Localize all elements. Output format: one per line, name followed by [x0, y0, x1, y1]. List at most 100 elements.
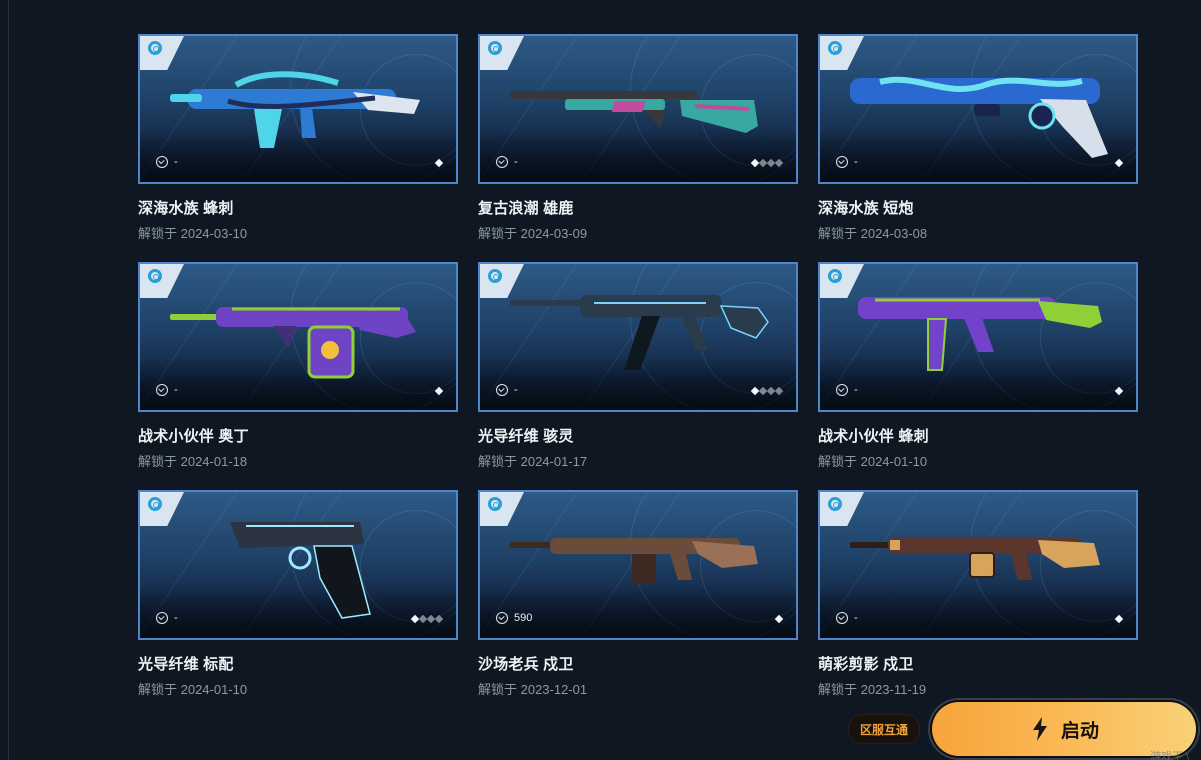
skin-card[interactable]: - 深海水族 蜂刺 解锁于 2024-03-10: [138, 34, 458, 242]
skin-card[interactable]: - 光导纤维 标配 解锁于 2024-01-10: [138, 490, 458, 698]
level-indicator: [434, 158, 444, 168]
level-indicator: [774, 614, 784, 624]
sidebar-divider: [8, 0, 9, 760]
level-diamond-icon: [1114, 614, 1124, 624]
skin-thumbnail[interactable]: -: [818, 34, 1138, 184]
vp-currency-icon: [836, 612, 848, 624]
vp-currency-icon: [496, 612, 508, 624]
level-diamond-icon: [1114, 158, 1124, 168]
skin-card[interactable]: 590 沙场老兵 戍卫 解锁于 2023-12-01: [478, 490, 798, 698]
guardian-rifle-icon: [510, 538, 758, 584]
skin-thumbnail[interactable]: -: [138, 262, 458, 412]
price-value: -: [854, 384, 858, 396]
guardian-rifle-icon: [850, 537, 1100, 580]
stinger-smg-icon: [858, 297, 1102, 371]
price-display: -: [836, 612, 858, 624]
unlock-date: 解锁于 2024-03-09: [478, 226, 588, 241]
unlock-date: 解锁于 2024-01-10: [818, 454, 928, 469]
level-diamond-icon: [1114, 386, 1124, 396]
tier-icon: [148, 269, 162, 283]
skin-card[interactable]: - 战术小伙伴 奥丁 解锁于 2024-01-18: [138, 262, 458, 470]
price-display: -: [836, 156, 858, 168]
skin-thumbnail[interactable]: -: [818, 262, 1138, 412]
lightning-icon: [1032, 717, 1047, 741]
skin-thumbnail[interactable]: -: [138, 490, 458, 640]
unlock-date: 解锁于 2023-12-01: [478, 682, 588, 697]
level-diamond-icon: [434, 614, 444, 624]
level-indicator: [1114, 158, 1124, 168]
skin-thumbnail[interactable]: -: [138, 34, 458, 184]
vp-currency-icon: [836, 384, 848, 396]
level-diamond-icon: [774, 158, 784, 168]
price-value: -: [854, 156, 858, 168]
price-value: -: [854, 612, 858, 624]
tier-icon: [488, 497, 502, 511]
tier-icon: [148, 497, 162, 511]
bucky-shotgun-icon: [510, 91, 758, 133]
price-display: -: [156, 612, 178, 624]
skin-thumbnail[interactable]: -: [818, 490, 1138, 640]
skin-card[interactable]: - 萌彩剪影 戍卫 解锁于 2023-11-19: [818, 490, 1138, 698]
price-display: -: [156, 384, 178, 396]
level-diamond-icon: [434, 386, 444, 396]
vp-currency-icon: [156, 612, 168, 624]
price-display: -: [496, 384, 518, 396]
price-display: -: [496, 156, 518, 168]
price-value: -: [174, 384, 178, 396]
collection-page: - 深海水族 蜂刺 解锁于 2024-03-10 - 复古浪潮 雄鹿 解锁于 2…: [0, 0, 1201, 760]
unlock-date: 解锁于 2024-01-18: [138, 454, 248, 469]
region-interconnect-badge[interactable]: 区服互通: [848, 714, 920, 744]
price-value: -: [174, 612, 178, 624]
skin-thumbnail[interactable]: -: [478, 34, 798, 184]
tier-icon: [828, 497, 842, 511]
level-indicator: [410, 614, 444, 624]
skin-name: 沙场老兵 戍卫: [478, 656, 574, 673]
classic-pistol-icon: [230, 522, 371, 619]
unlock-date: 解锁于 2024-01-10: [138, 682, 248, 697]
tier-icon: [828, 41, 842, 55]
unlock-date: 解锁于 2023-11-19: [818, 682, 927, 697]
skin-name: 萌彩剪影 戍卫: [818, 656, 914, 673]
tier-icon: [148, 41, 162, 55]
level-indicator: [434, 386, 444, 396]
shorty-shotgun-icon: [850, 76, 1108, 158]
price-value: -: [514, 384, 518, 396]
price-value: -: [514, 156, 518, 168]
level-indicator: [750, 158, 784, 168]
level-indicator: [1114, 614, 1124, 624]
vp-currency-icon: [156, 384, 168, 396]
skin-name: 光导纤维 骇灵: [478, 428, 574, 445]
skin-card[interactable]: - 战术小伙伴 蜂刺 解锁于 2024-01-10: [818, 262, 1138, 470]
level-indicator: [1114, 386, 1124, 396]
skin-name: 战术小伙伴 奥丁: [138, 428, 249, 445]
odin-mg-icon: [170, 307, 416, 379]
unlock-date: 解锁于 2024-01-17: [478, 454, 588, 469]
skin-name: 战术小伙伴 蜂刺: [818, 428, 929, 445]
vp-currency-icon: [156, 156, 168, 168]
vp-currency-icon: [836, 156, 848, 168]
price-display: 590: [496, 612, 532, 624]
skin-card[interactable]: - 复古浪潮 雄鹿 解锁于 2024-03-09: [478, 34, 798, 242]
tier-icon: [488, 41, 502, 55]
corner-watermark-text: 游戏王 \: [1150, 751, 1190, 760]
vp-currency-icon: [496, 156, 508, 168]
level-indicator: [750, 386, 784, 396]
tier-icon: [488, 269, 502, 283]
skin-card[interactable]: - 光导纤维 骇灵 解锁于 2024-01-17: [478, 262, 798, 470]
launch-button-label: 启动: [1060, 720, 1099, 742]
skin-name: 深海水族 蜂刺: [138, 200, 234, 217]
level-diamond-icon: [774, 386, 784, 396]
tier-icon: [828, 269, 842, 283]
price-display: -: [836, 384, 858, 396]
spectre-smg-icon: [510, 295, 769, 370]
vp-currency-icon: [496, 384, 508, 396]
skin-name: 复古浪潮 雄鹿: [478, 200, 574, 217]
price-value: 590: [514, 612, 533, 624]
level-diamond-icon: [774, 614, 784, 624]
unlock-date: 解锁于 2024-03-08: [818, 226, 928, 241]
unlock-date: 解锁于 2024-03-10: [138, 226, 248, 241]
skin-name: 光导纤维 标配: [138, 656, 234, 673]
skin-thumbnail[interactable]: 590: [478, 490, 798, 640]
skin-thumbnail[interactable]: -: [478, 262, 798, 412]
skin-card[interactable]: - 深海水族 短炮 解锁于 2024-03-08: [818, 34, 1138, 242]
